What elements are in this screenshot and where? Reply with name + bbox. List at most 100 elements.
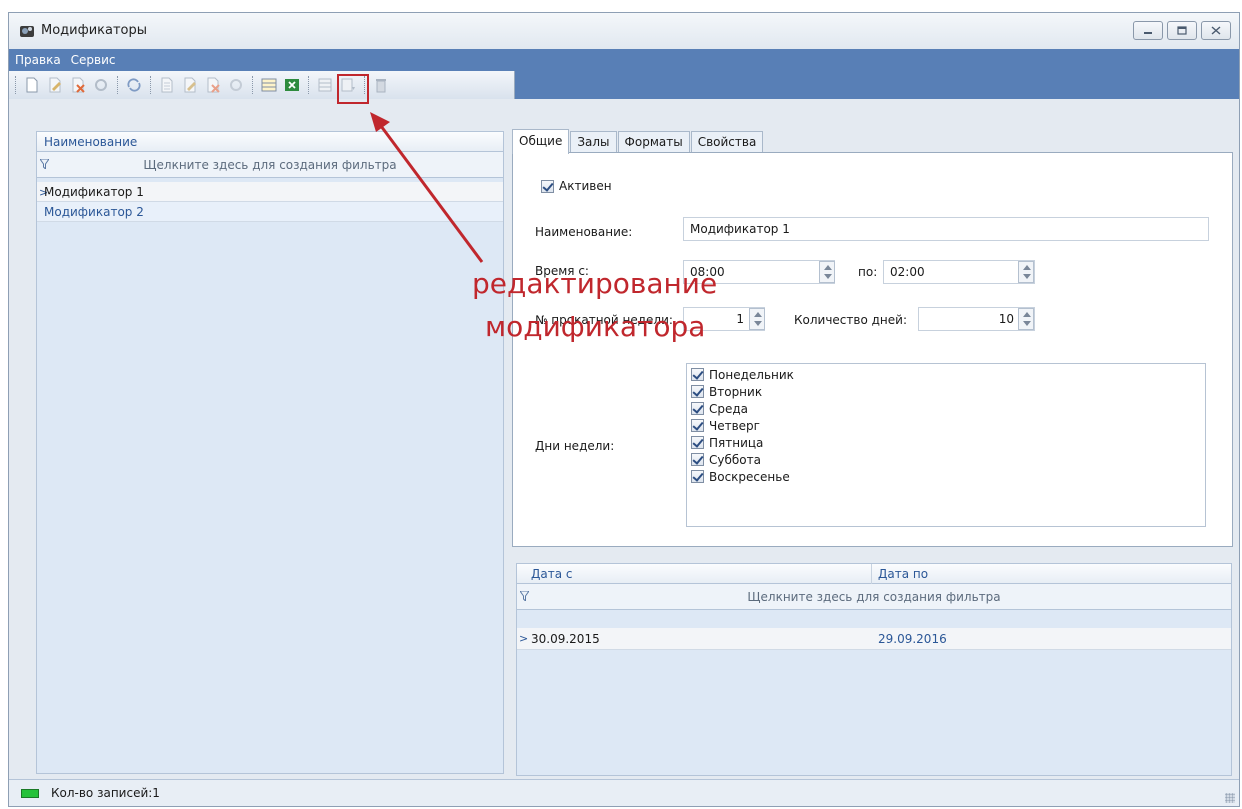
days-count-label: Количество дней:: [794, 313, 907, 327]
weekday-saturday[interactable]: Суббота: [691, 451, 1201, 468]
document-icon: [161, 77, 173, 93]
weekday-tuesday[interactable]: Вторник: [691, 383, 1201, 400]
weekday-sunday[interactable]: Воскресенье: [691, 468, 1201, 485]
maximize-icon: [1177, 26, 1187, 35]
new-button[interactable]: [22, 75, 42, 95]
status-bar: Кол-во записей:1: [9, 779, 1239, 806]
menu-bar: Правка Сервис: [9, 49, 1239, 71]
weekday-monday[interactable]: Понедельник: [691, 366, 1201, 383]
menu-edit[interactable]: Правка: [15, 53, 61, 67]
weekdays-list: Понедельник Вторник Среда Четверг Пятниц…: [686, 363, 1206, 527]
menu-service[interactable]: Сервис: [71, 53, 116, 67]
weekdays-label: Дни недели:: [535, 439, 615, 453]
sunday-checkbox[interactable]: [691, 470, 704, 483]
cell-date-to: 29.09.2016: [878, 632, 947, 646]
name-field[interactable]: Модификатор 1: [683, 217, 1209, 241]
records-count: Кол-во записей:1: [51, 786, 160, 800]
new-document-icon: [26, 77, 38, 93]
tab-strip: Общие Залы Форматы Свойства: [512, 129, 764, 154]
minimize-icon: [1144, 31, 1152, 34]
saturday-checkbox[interactable]: [691, 453, 704, 466]
weekday-friday[interactable]: Пятница: [691, 434, 1201, 451]
weekday-label: Суббота: [709, 452, 761, 467]
time-to-spinner[interactable]: [1018, 261, 1034, 283]
delete-button[interactable]: [68, 75, 88, 95]
minimize-button[interactable]: [1133, 21, 1163, 40]
delete-detail-button[interactable]: [203, 75, 223, 95]
columns-button[interactable]: [315, 75, 335, 95]
column-divider: [871, 564, 872, 584]
undo-icon: [230, 79, 242, 91]
active-checkbox-row[interactable]: Активен: [541, 179, 612, 193]
toolbar-separator: [117, 76, 119, 94]
resize-grip-icon[interactable]: [1225, 793, 1235, 803]
edit-modifier-button[interactable]: [259, 75, 279, 95]
tab-properties[interactable]: Свойства: [690, 131, 764, 153]
friday-checkbox[interactable]: [691, 436, 704, 449]
trash-icon: [376, 79, 386, 93]
weekday-wednesday[interactable]: Среда: [691, 400, 1201, 417]
active-label: Активен: [559, 179, 612, 193]
copy-button[interactable]: [157, 75, 177, 95]
weekday-thursday[interactable]: Четверг: [691, 417, 1201, 434]
name-label: Наименование:: [535, 225, 633, 239]
tab-formats[interactable]: Форматы: [617, 131, 690, 153]
tab-general[interactable]: Общие: [512, 129, 570, 154]
days-count-spinner[interactable]: [1018, 308, 1034, 330]
time-to-label: по:: [858, 265, 878, 279]
weekday-label: Пятница: [709, 435, 764, 450]
window-title: Модификаторы: [41, 23, 148, 38]
toolbar-row: [9, 71, 1239, 99]
general-tab-panel: Активен Наименование: Модификатор 1 Врем…: [512, 152, 1233, 547]
column-header-date-to[interactable]: Дата по: [878, 567, 928, 581]
weekday-label: Среда: [709, 401, 749, 416]
time-from-spinner[interactable]: [819, 261, 835, 283]
edit-detail-button[interactable]: [180, 75, 200, 95]
tuesday-checkbox[interactable]: [691, 385, 704, 398]
wednesday-checkbox[interactable]: [691, 402, 704, 415]
close-button[interactable]: [1201, 21, 1231, 40]
delete-icon: [207, 77, 220, 93]
cell-date-from: 30.09.2015: [531, 632, 600, 646]
edit-icon: [49, 77, 61, 93]
column-header-name[interactable]: Наименование: [44, 135, 137, 149]
maximize-button[interactable]: [1167, 21, 1197, 40]
annotation-line-1: редактирование: [472, 267, 718, 300]
week-spinner[interactable]: [749, 308, 765, 330]
edit-button[interactable]: [45, 75, 65, 95]
trash-button[interactable]: [371, 75, 391, 95]
app-icon: [20, 26, 34, 37]
undo-detail-button[interactable]: [226, 75, 246, 95]
filter-row[interactable]: Щелкните здесь для создания фильтра: [517, 584, 1231, 610]
table-row[interactable]: > 30.09.2015 29.09.2016: [517, 628, 1231, 650]
time-to-field[interactable]: 02:00: [883, 260, 1035, 284]
column-header-date-from[interactable]: Дата с: [531, 567, 572, 581]
close-icon: [1211, 26, 1221, 35]
grid-header: Дата с Дата по: [517, 564, 1231, 584]
status-indicator-icon: [21, 789, 39, 798]
row-name: Модификатор 1: [44, 185, 144, 199]
monday-checkbox[interactable]: [691, 368, 704, 381]
refresh-icon: [127, 78, 141, 92]
toolbar-grip: [15, 76, 17, 94]
toolbar-separator: [150, 76, 152, 94]
excel-icon: [285, 79, 299, 91]
weekday-label: Воскресенье: [709, 469, 790, 484]
toolbar-separator: [252, 76, 254, 94]
refresh-button[interactable]: [124, 75, 144, 95]
toolbar: [9, 71, 515, 99]
annotation-arrow-icon: [370, 112, 484, 263]
active-checkbox[interactable]: [541, 179, 554, 193]
title-bar: Модификаторы: [9, 13, 1239, 49]
tab-halls[interactable]: Залы: [570, 131, 617, 153]
modifiers-window: Модификаторы Правка Сервис Наименование …: [8, 12, 1240, 807]
export-excel-button[interactable]: [282, 75, 302, 95]
undo-button[interactable]: [91, 75, 111, 95]
filter-hint: Щелкните здесь для создания фильтра: [747, 590, 1001, 604]
grid-edit-icon: [261, 78, 277, 92]
date-grid: Дата с Дата по Щелкните здесь для создан…: [516, 563, 1232, 776]
current-row-icon: >: [519, 632, 529, 645]
thursday-checkbox[interactable]: [691, 419, 704, 432]
delete-icon: [72, 77, 85, 93]
columns-icon: [318, 78, 332, 92]
